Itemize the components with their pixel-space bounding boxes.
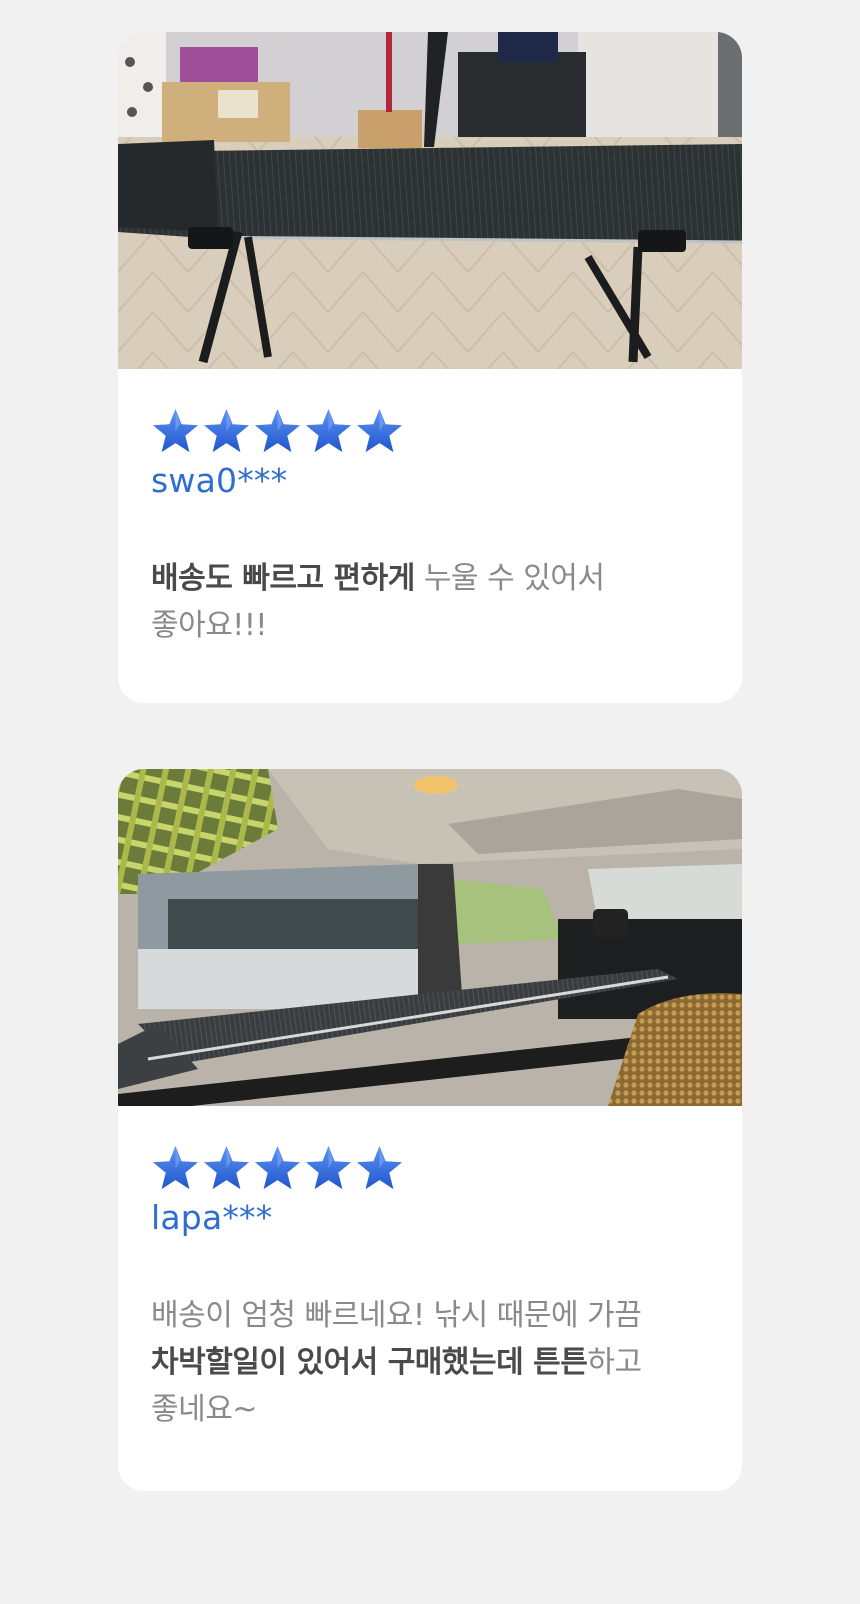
car-cot-photo [118, 769, 742, 1106]
review-body: lapa*** 배송이 엄청 빠르네요! 낚시 때문에 가끔 차박할일이 있어서… [118, 1144, 742, 1433]
folding-cot-photo [118, 32, 742, 369]
star-icon [151, 1144, 200, 1193]
review-body: swa0*** 배송도 빠르고 편하게 누울 수 있어서 좋아요!!! [118, 407, 742, 649]
review-text: 배송도 빠르고 편하게 누울 수 있어서 좋아요!!! [151, 555, 709, 649]
review-card: lapa*** 배송이 엄청 빠르네요! 낚시 때문에 가끔 차박할일이 있어서… [118, 769, 742, 1491]
review-text: 배송이 엄청 빠르네요! 낚시 때문에 가끔 차박할일이 있어서 구매했는데 튼… [151, 1292, 709, 1433]
star-rating [151, 407, 709, 455]
star-icon [253, 1144, 302, 1193]
star-icon [304, 407, 353, 456]
review-text-segment: 좋네요~ [151, 1392, 257, 1427]
star-icon [202, 407, 251, 456]
review-text-segment: 좋아요!!! [151, 608, 267, 643]
star-icon [253, 407, 302, 456]
reviewer-id: swa0*** [151, 461, 288, 500]
review-card: swa0*** 배송도 빠르고 편하게 누울 수 있어서 좋아요!!! [118, 32, 742, 703]
reviewer-id: lapa*** [151, 1198, 273, 1237]
star-rating [151, 1144, 709, 1192]
review-text-emphasis: 배송도 빠르고 편하게 [151, 561, 415, 596]
review-text-segment: 누울 수 있어서 [414, 561, 605, 596]
star-icon [151, 407, 200, 456]
star-icon [202, 1144, 251, 1193]
star-icon [355, 407, 404, 456]
review-text-emphasis: 차박할일이 있어서 구매했는데 튼튼 [151, 1345, 588, 1380]
review-text-segment: 하고 [587, 1345, 642, 1380]
star-icon [304, 1144, 353, 1193]
review-text-segment: 배송이 엄청 빠르네요! 낚시 때문에 가끔 [151, 1298, 642, 1333]
star-icon [355, 1144, 404, 1193]
